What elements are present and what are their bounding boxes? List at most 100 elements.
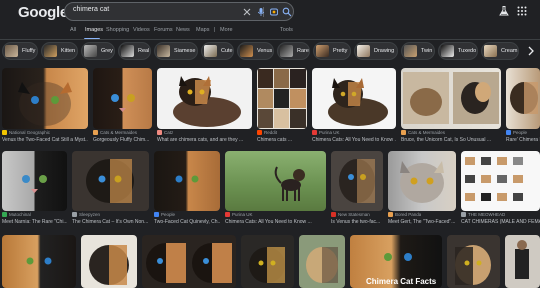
result-source: Sleepyzen [72, 212, 100, 217]
result-thumbnail [157, 68, 252, 129]
result-thumbnail [312, 68, 396, 129]
result-title[interactable]: Meet Gert, The "Two-Faced"... [388, 219, 456, 225]
image-result[interactable]: Sleepyzen The Chimera Cat – It's Own Non… [72, 151, 149, 231]
image-result[interactable] [299, 235, 345, 288]
result-source: Cats & Mermaides [401, 130, 445, 135]
chip-real[interactable]: Real [118, 42, 151, 60]
lens-icon[interactable] [268, 6, 280, 18]
tab-tools[interactable]: Tools [280, 27, 293, 33]
chip-thumbnail [204, 45, 217, 57]
cat-face-graphic [111, 94, 135, 112]
chip-kitten[interactable]: Kitten [41, 42, 78, 60]
result-title[interactable]: Venus the Two-Faced Cat Still a Myst... [2, 137, 88, 143]
result-title[interactable]: Rare' Chimera Ki... [506, 137, 540, 143]
result-title[interactable]: Two-Faced Cat Quinevly, Ch... [154, 219, 220, 225]
image-result[interactable]: People Rare' Chimera Ki... [506, 68, 540, 148]
source-favicon [2, 130, 7, 135]
image-result[interactable] [142, 235, 236, 288]
image-result[interactable]: THE MEOWHEAD CAT CHIMERAS (MALE AND FEMA… [461, 151, 540, 231]
chips-next-chevron-icon[interactable] [525, 45, 537, 57]
tab-forums[interactable]: Forums [154, 27, 173, 33]
search-icon[interactable] [281, 6, 293, 18]
chip-label: Siamese [174, 48, 196, 54]
tab-shopping[interactable]: Shopping [106, 27, 129, 33]
microphone-icon[interactable] [255, 6, 267, 18]
source-favicon [331, 212, 336, 217]
chip-thumbnail [157, 45, 170, 57]
source-favicon [506, 130, 511, 135]
image-result[interactable]: Purina UK Chimera Cats: All You Need to … [225, 151, 326, 231]
clear-icon[interactable] [241, 6, 253, 18]
image-result[interactable]: Chimera Cat Facts [350, 235, 442, 288]
image-result[interactable]: Catz What are chimera cats, and are they… [157, 68, 252, 148]
result-title[interactable]: Meet Narnia: The Rare "Chi... [2, 219, 67, 225]
result-title[interactable]: CAT CHIMERAS (MALE AND FEMALE... [461, 219, 540, 225]
tab-videos[interactable]: Videos [133, 27, 150, 33]
image-result[interactable]: Reddit Chimera cats ... [257, 68, 307, 148]
image-result[interactable] [447, 235, 500, 288]
chip-twin[interactable]: Twin [401, 42, 435, 60]
image-result[interactable] [241, 235, 294, 288]
chip-label: Real [138, 48, 150, 54]
chip-label: Cute [221, 48, 233, 54]
result-title[interactable]: Chimera Cats: All You Need to Know ... [225, 219, 326, 225]
search-tabs: All Images Shopping Videos Forums News M… [0, 27, 540, 40]
chip-cute[interactable]: Cute [201, 42, 234, 60]
tabs-divider [0, 39, 540, 40]
chip-grey[interactable]: Grey [81, 42, 115, 60]
google-logo[interactable]: Google [18, 4, 68, 21]
tab-images[interactable]: Images [85, 27, 103, 33]
search-input[interactable]: chimera cat [73, 6, 109, 13]
person-graphic [515, 240, 529, 279]
image-result[interactable] [2, 235, 76, 288]
tab-maps[interactable]: Maps [196, 27, 209, 33]
chip-venus[interactable]: Venus [237, 42, 274, 60]
image-result[interactable]: Cats & Mermaides Gorgeously Fluffy Chim.… [93, 68, 152, 148]
image-result[interactable] [81, 235, 137, 288]
chip-label: Fluffy [22, 48, 36, 54]
result-source: People [506, 130, 527, 135]
search-box[interactable]: chimera cat [64, 2, 294, 21]
chip-siamese[interactable]: Siamese [154, 42, 198, 60]
cat-face-graphic [339, 159, 375, 203]
result-thumbnail [331, 151, 383, 211]
labs-flask-icon[interactable] [498, 5, 510, 17]
result-title[interactable]: Gorgeously Fluffy Chim... [93, 137, 152, 143]
result-title[interactable]: Is Venus the two-fac... [331, 219, 383, 225]
cat-face-graphic [306, 247, 338, 283]
result-title[interactable]: Chimera Cats: All You Need to Know ... [312, 137, 396, 143]
chip-thumbnail [121, 45, 134, 57]
image-result[interactable]: New Statesman Is Venus the two-fac... [331, 151, 383, 231]
image-result[interactable]: National Geographic Venus the Two-Faced … [2, 68, 88, 148]
image-result[interactable]: Purina UK Chimera Cats: All You Need to … [312, 68, 396, 148]
result-source: Mutochinal [2, 212, 31, 217]
source-favicon [312, 130, 317, 135]
result-source: Catz [157, 130, 173, 135]
result-title[interactable]: What are chimera cats, and are they ... [157, 137, 252, 143]
chip-cream[interactable]: Cream [481, 42, 519, 60]
tab-news[interactable]: News [176, 27, 190, 33]
result-title[interactable]: The Chimera Cat – It's Own Non... [72, 219, 149, 225]
more-separator: | [214, 27, 216, 33]
chip-rare[interactable]: Rare [277, 42, 310, 60]
image-result[interactable] [505, 235, 540, 288]
result-title[interactable]: Chimera cats ... [257, 137, 307, 143]
tab-all[interactable]: All [70, 27, 76, 33]
chip-fluffy[interactable]: Fluffy [2, 42, 38, 60]
apps-grid-icon[interactable] [516, 5, 528, 17]
image-result[interactable]: Bored Panda Meet Gert, The "Two-Faced"..… [388, 151, 456, 231]
image-result[interactable]: Mutochinal Meet Narnia: The Rare "Chi... [2, 151, 67, 231]
chip-pretty[interactable]: Pretty [313, 42, 351, 60]
chip-label: Rare [297, 48, 309, 54]
source-favicon [154, 212, 159, 217]
chip-label: Tuxedo [458, 48, 477, 54]
chip-drawing[interactable]: Drawing [354, 42, 398, 60]
chip-tuxedo[interactable]: Tuxedo [438, 42, 478, 60]
result-source: Purina UK [225, 212, 253, 217]
image-result[interactable]: Cats & Mermaides Bruce, the Unicorn Cat,… [401, 68, 501, 148]
result-thumbnail [506, 68, 540, 129]
chip-thumbnail [484, 45, 497, 57]
result-title[interactable]: Bruce, the Unicorn Cat, Is So Unusual ..… [401, 137, 501, 143]
image-result[interactable]: People Two-Faced Cat Quinevly, Ch... [154, 151, 220, 231]
tab-more[interactable]: More [220, 27, 233, 33]
